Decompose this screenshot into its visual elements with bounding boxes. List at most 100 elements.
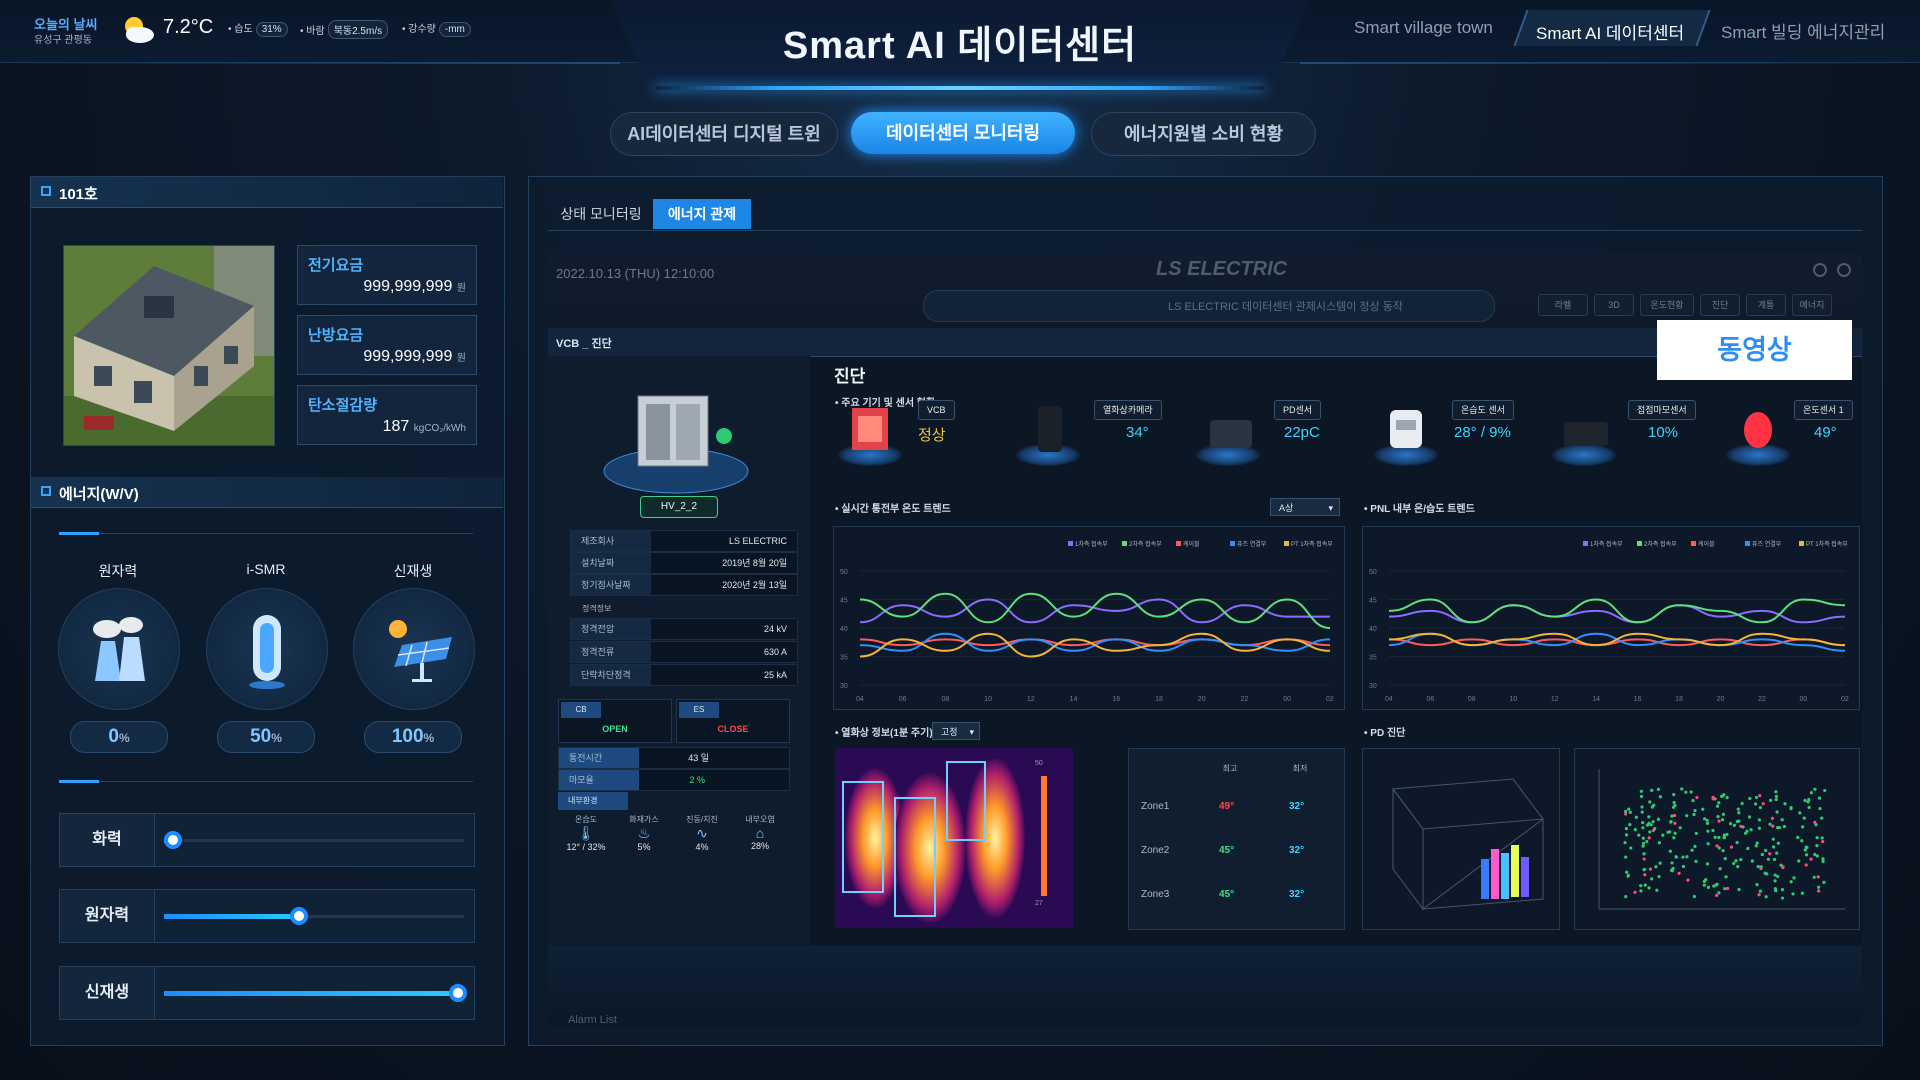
divider-accent bbox=[59, 532, 99, 535]
zone-name: Zone3 bbox=[1141, 889, 1170, 900]
tab-dc-monitoring[interactable]: 데이터센터 모니터링 bbox=[851, 112, 1075, 154]
pd-point bbox=[1624, 855, 1628, 859]
subtab-energy-control[interactable]: 에너지 관제 bbox=[653, 199, 751, 229]
fee-unit: 원 bbox=[456, 283, 466, 294]
x-tick-label: 10 bbox=[1509, 696, 1517, 703]
pd-point bbox=[1648, 800, 1652, 804]
rating-title: 정격정보 bbox=[582, 604, 612, 613]
pd-point bbox=[1798, 811, 1802, 815]
tab-energy-consumption[interactable]: 에너지원별 소비 현황 bbox=[1091, 112, 1316, 156]
section-bar-title: VCB _ 진단 bbox=[556, 338, 612, 350]
rain-label: • 강수량 bbox=[402, 24, 436, 35]
device-value: 10% bbox=[1648, 424, 1679, 441]
pd-point bbox=[1817, 889, 1821, 893]
fee-amount: 999,999,999 bbox=[363, 348, 453, 365]
x-tick-label: 14 bbox=[1592, 696, 1600, 703]
pd-point bbox=[1634, 815, 1638, 819]
pd-point bbox=[1643, 867, 1647, 872]
series-line-1 bbox=[1388, 604, 1846, 624]
pd-point bbox=[1702, 883, 1706, 887]
cb-state: OPEN bbox=[602, 724, 628, 734]
spec-row: 제조회사 LS ELECTRIC bbox=[570, 530, 798, 552]
thermal-camera-image bbox=[1038, 406, 1062, 452]
btn-energy[interactable]: 에너지 bbox=[1792, 294, 1832, 316]
pd-point bbox=[1647, 815, 1651, 819]
env-value: 4% bbox=[695, 842, 709, 852]
video-button[interactable]: 동영상 bbox=[1657, 320, 1852, 380]
pd-point bbox=[1780, 888, 1785, 892]
series-line-1 bbox=[859, 598, 1330, 624]
x-tick-label: 20 bbox=[1198, 696, 1206, 703]
pd-point bbox=[1758, 805, 1762, 810]
fee-unit: 원 bbox=[456, 353, 466, 364]
percent-renewable: 100% bbox=[364, 721, 462, 753]
pd-point bbox=[1823, 788, 1827, 793]
toggle-label[interactable]: 라벨 bbox=[1538, 294, 1588, 316]
env-key: 화재가스 bbox=[629, 815, 659, 824]
device-name: PD센서 bbox=[1274, 400, 1322, 420]
op-value: 2 % bbox=[689, 775, 705, 785]
pd-point bbox=[1774, 797, 1778, 802]
pd-point bbox=[1754, 795, 1759, 800]
pd-point bbox=[1771, 824, 1775, 828]
nav-smart-ai-datacenter[interactable]: Smart AI 데이터센터 bbox=[1536, 19, 1684, 44]
subtab-status-monitoring[interactable]: 상태 모니터링 bbox=[548, 199, 654, 229]
pd-point bbox=[1647, 821, 1651, 825]
pd-point bbox=[1725, 796, 1729, 800]
screen-datetime: 2022.10.13 (THU) 12:10:00 bbox=[556, 266, 715, 281]
slider-handle-nuclear[interactable] bbox=[290, 907, 308, 925]
pd-point bbox=[1678, 826, 1682, 830]
env-value: 28% bbox=[750, 841, 769, 851]
slider-handle-renewable[interactable] bbox=[449, 984, 467, 1002]
nuclear-plant-icon bbox=[58, 588, 180, 710]
settings-icon[interactable] bbox=[1810, 260, 1860, 280]
env-key: 내부오염 bbox=[745, 815, 775, 824]
rating-key: 정격전압 bbox=[571, 619, 651, 639]
rain-value: -mm bbox=[438, 22, 471, 37]
slider-fill bbox=[164, 991, 458, 996]
zone-max: 45° bbox=[1219, 845, 1235, 856]
pd-point bbox=[1670, 861, 1674, 865]
pd-point bbox=[1789, 880, 1793, 884]
pd-point bbox=[1732, 861, 1736, 866]
btn-temp-status[interactable]: 온도현황 bbox=[1640, 294, 1694, 316]
x-tick-label: 08 bbox=[941, 696, 949, 703]
pd-point bbox=[1633, 827, 1637, 832]
pd-point bbox=[1728, 822, 1733, 826]
slider-handle-thermal[interactable] bbox=[164, 831, 182, 849]
pd-point bbox=[1627, 807, 1631, 811]
y-tick-label: 40 bbox=[1369, 626, 1377, 633]
slider-row-thermal: 화력 bbox=[59, 813, 475, 867]
nav-smart-village[interactable]: Smart village town bbox=[1354, 18, 1493, 38]
y-tick-label: 40 bbox=[840, 626, 848, 633]
trend-right-title: • PNL 내부 온/습도 트렌드 bbox=[1364, 504, 1475, 515]
phase-select[interactable]: A상 ▾ bbox=[1270, 498, 1340, 516]
trend-chart-right-box: 1차측 접속부 2차측 접속부 케이블 퓨즈 연결부 PT 1차측 접속부 30 35 40 4… bbox=[1362, 526, 1860, 710]
pd-point bbox=[1637, 833, 1641, 837]
cb-label: CB bbox=[561, 702, 601, 718]
smr-reactor-icon bbox=[206, 588, 328, 710]
pd-point bbox=[1713, 835, 1717, 839]
nav-smart-building[interactable]: Smart 빌딩 에너지관리 bbox=[1721, 18, 1885, 43]
slider-track[interactable] bbox=[164, 839, 464, 842]
btn-3d[interactable]: 3D bbox=[1594, 294, 1634, 316]
btn-diagnosis[interactable]: 진단 bbox=[1700, 294, 1740, 316]
thermal-mode-select[interactable]: 고정 ▾ bbox=[932, 722, 980, 740]
pd-point bbox=[1768, 822, 1772, 826]
pd-point bbox=[1809, 857, 1813, 861]
pd-point bbox=[1783, 802, 1787, 806]
header-accent-right bbox=[1300, 62, 1920, 64]
pd-point bbox=[1717, 846, 1721, 850]
pd-point bbox=[1816, 875, 1820, 879]
legend-item: 1차측 접속부 bbox=[1068, 540, 1108, 548]
tab-digital-twin[interactable]: AI데이터센터 디지털 트윈 bbox=[610, 112, 838, 156]
vcb-device-image bbox=[852, 408, 888, 450]
device-value: 49° bbox=[1814, 424, 1837, 441]
pd-point bbox=[1802, 816, 1806, 820]
fee-unit: kgCO₂/kWh bbox=[413, 423, 466, 434]
y-tick-label: 45 bbox=[1369, 598, 1377, 605]
legend-label: 케이블 bbox=[1183, 540, 1200, 548]
btn-system[interactable]: 계통 bbox=[1746, 294, 1786, 316]
room-title: 101호 bbox=[59, 186, 98, 203]
pd-point bbox=[1625, 870, 1629, 874]
